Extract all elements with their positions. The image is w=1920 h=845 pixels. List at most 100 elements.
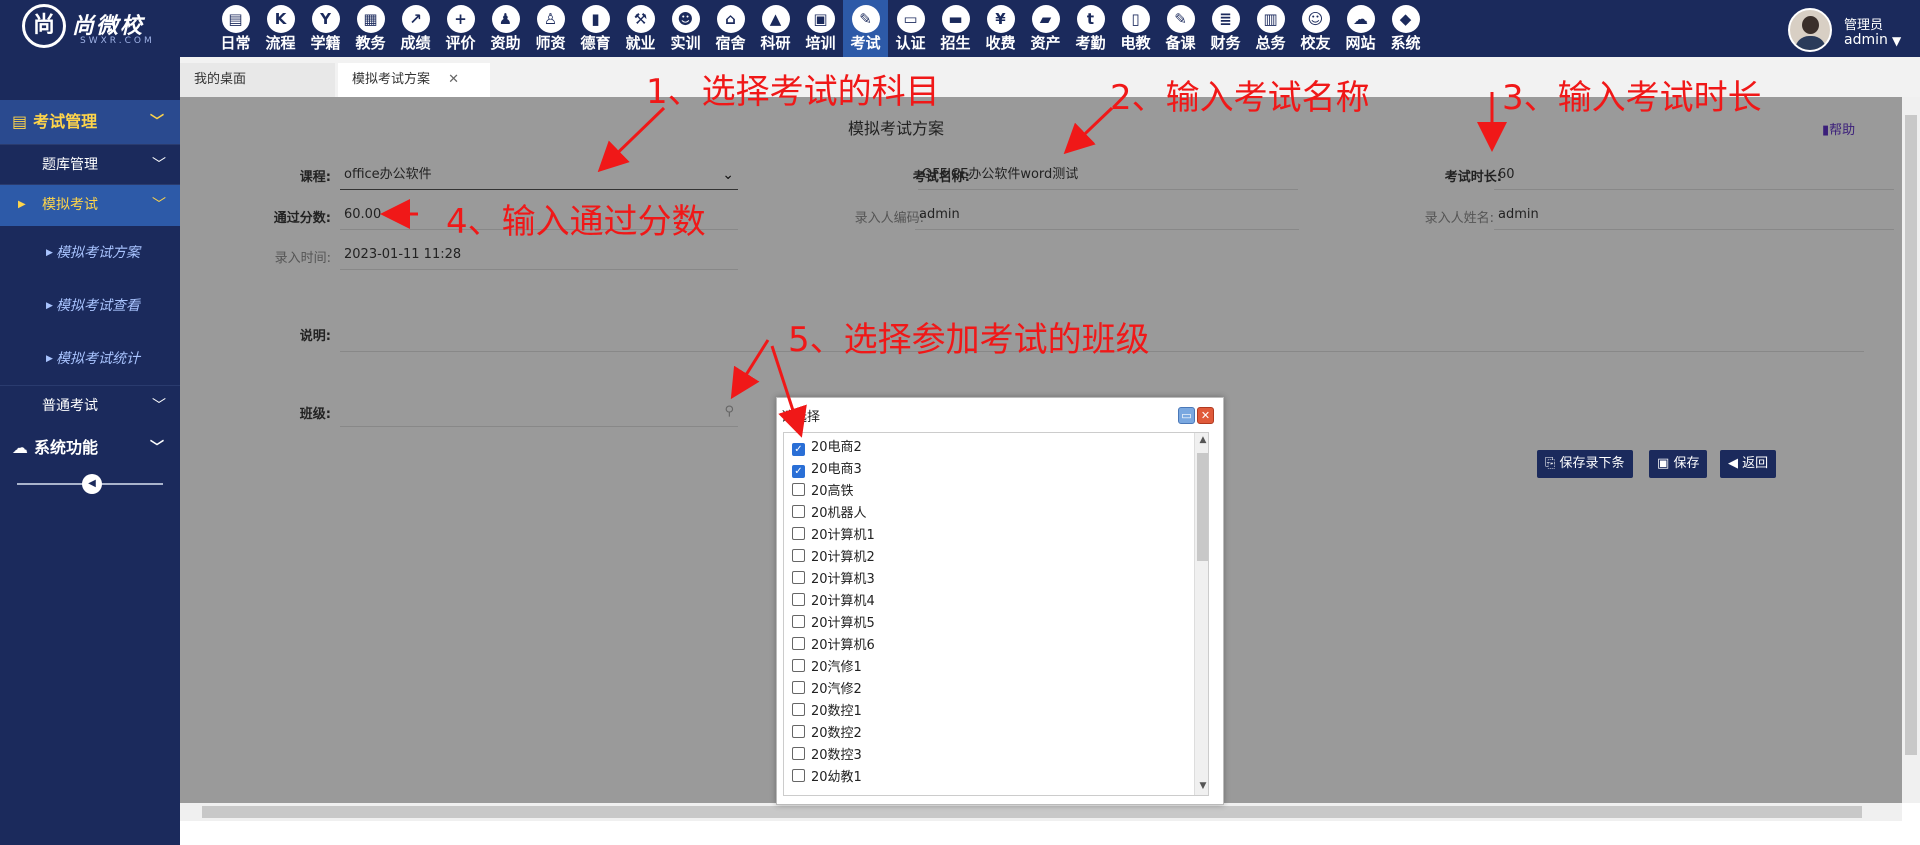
nav-item-4[interactable]: ↗ 成绩 [393,0,438,57]
class-option[interactable]: ✓ 20电商2 [792,437,862,459]
nav-item-9[interactable]: ⚒ 就业 [618,0,663,57]
nav-item-26[interactable]: ◆ 系统 [1383,0,1428,57]
nav-item-7[interactable]: ♙ 师资 [528,0,573,57]
class-option[interactable]: 20计算机3 [792,569,875,591]
class-option[interactable]: 20汽修2 [792,679,862,701]
class-option[interactable]: 20数控1 [792,701,862,723]
scroll-down-icon[interactable]: ▼ [1195,781,1208,791]
close-icon[interactable]: ✕ [448,72,459,87]
save-next-button[interactable]: ⎘ 保存录下条 [1537,450,1633,478]
nav-item-16[interactable]: ▬ 招生 [933,0,978,57]
nav-item-2[interactable]: Y 学籍 [303,0,348,57]
nav-item-13[interactable]: ▣ 培训 [798,0,843,57]
course-select[interactable]: office办公软件 ⌄ [340,160,738,190]
class-option[interactable]: 20计算机2 [792,547,875,569]
sidebar-collapse-slider[interactable]: ◀ [17,474,163,494]
sidebar-group-exam-management[interactable]: ▤ 考试管理 ﹀ [0,100,180,144]
back-button[interactable]: ◀ 返回 [1720,450,1777,478]
checkbox[interactable] [792,549,805,562]
checkbox[interactable] [792,769,805,782]
maximize-icon[interactable]: ▭ [1178,407,1195,424]
nav-item-24[interactable]: ☺ 校友 [1293,0,1338,57]
help-link[interactable]: ▮帮助 [1822,119,1855,138]
nav-item-12[interactable]: ▲ 科研 [753,0,798,57]
search-icon[interactable]: ⚲ [724,397,734,427]
avatar[interactable] [1788,8,1832,52]
duration-field[interactable]: 60 [1494,160,1894,190]
caret-down-icon[interactable]: ▼ [1892,34,1901,48]
scroll-up-icon[interactable]: ▲ [1195,435,1208,445]
checkbox[interactable]: ✓ [792,465,805,478]
list-scrollbar[interactable]: ▲ ▼ [1194,433,1208,795]
sidebar-item-mock-exam[interactable]: ▶ 模拟考试 ﹀ [0,184,180,226]
pass-score-value: 60.00 [344,207,382,222]
edit-icon: ✎ [1166,5,1195,33]
checkbox[interactable] [792,659,805,672]
page-horizontal-scrollbar[interactable] [180,803,1902,821]
nav-item-label: 认证 [895,34,926,52]
nav-item-17[interactable]: ¥ 收费 [978,0,1023,57]
book-icon: ▤ [12,112,28,131]
class-option[interactable]: 20计算机4 [792,591,875,613]
tab-mock-plan[interactable]: 模拟考试方案 ✕ [338,63,490,97]
nav-item-25[interactable]: ☁ 网站 [1338,0,1383,57]
class-select-dialog: 请选择 ▭ ✕ ▲ ▼ ✓ 20电商2 ✓ 20电商3 20高铁 20机器人 20计算机1 2… [776,397,1224,805]
checkbox[interactable] [792,637,805,650]
arrow-left-icon: ◀ [1728,456,1738,471]
nav-item-0[interactable]: ▤ 日常 [213,0,258,57]
user-name[interactable]: admin [1844,32,1888,48]
nav-item-20[interactable]: ▯ 电教 [1113,0,1158,57]
nav-item-8[interactable]: ▮ 德育 [573,0,618,57]
nav-item-23[interactable]: ▥ 总务 [1248,0,1293,57]
nav-item-5[interactable]: + 评价 [438,0,483,57]
page-vertical-scrollbar[interactable] [1902,97,1920,803]
checkbox[interactable] [792,527,805,540]
sidebar-item-regular-exam[interactable]: 普通考试 ﹀ [0,385,180,425]
checkbox[interactable]: ✓ [792,443,805,456]
nav-item-21[interactable]: ✎ 备课 [1158,0,1203,57]
checkbox[interactable] [792,505,805,518]
close-icon[interactable]: ✕ [1197,407,1214,424]
sidebar-subitem-mock-stats[interactable]: ▶ 模拟考试统计 [0,333,180,385]
save-label: 保存 [1673,456,1700,471]
class-option[interactable]: 20机器人 [792,503,867,525]
class-option[interactable]: 20幼教1 [792,767,862,789]
sidebar-item-question-bank[interactable]: 题库管理 ﹀ [0,144,180,184]
class-option[interactable]: 20数控2 [792,723,862,745]
nav-item-3[interactable]: ▦ 教务 [348,0,393,57]
class-option[interactable]: 20计算机6 [792,635,875,657]
nav-item-19[interactable]: t 考勤 [1068,0,1113,57]
save-button[interactable]: ▣ 保存 [1649,450,1708,478]
class-option[interactable]: 20计算机1 [792,525,875,547]
sidebar-subitem-mock-view[interactable]: ▶ 模拟考试查看 [0,280,180,332]
sidebar-group-system[interactable]: ☁ 系统功能 ﹀ [0,426,180,470]
nav-item-22[interactable]: ≣ 财务 [1203,0,1248,57]
nav-item-18[interactable]: ▰ 资产 [1023,0,1068,57]
class-option[interactable]: 20数控3 [792,745,862,767]
checkbox[interactable] [792,747,805,760]
nav-item-6[interactable]: ♟ 资助 [483,0,528,57]
checkbox[interactable] [792,681,805,694]
checkbox[interactable] [792,593,805,606]
class-picker[interactable]: ⚲ [340,397,738,427]
class-option[interactable]: 20计算机5 [792,613,875,635]
user-menu[interactable]: 管理员 admin ▼ [1788,6,1908,52]
nav-item-label: 校友 [1300,34,1331,52]
checkbox[interactable] [792,571,805,584]
nav-item-14[interactable]: ✎ 考试 [843,0,888,57]
nav-item-15[interactable]: ▭ 认证 [888,0,933,57]
sidebar-subitem-mock-plan[interactable]: ▶ 模拟考试方案 [0,227,180,279]
exam-name-field[interactable]: OFFICE办公软件word测试 [918,160,1298,190]
checkbox[interactable] [792,483,805,496]
nav-item-1[interactable]: K 流程 [258,0,303,57]
class-option[interactable]: 20汽修1 [792,657,862,679]
class-option[interactable]: 20高铁 [792,481,854,503]
checkbox[interactable] [792,725,805,738]
collapse-left-icon[interactable]: ◀ [82,474,102,494]
tab-desktop[interactable]: 我的桌面 [180,63,335,97]
checkbox[interactable] [792,615,805,628]
nav-item-11[interactable]: ⌂ 宿舍 [708,0,753,57]
checkbox[interactable] [792,703,805,716]
class-option[interactable]: ✓ 20电商3 [792,459,862,481]
nav-item-10[interactable]: ☻ 实训 [663,0,708,57]
